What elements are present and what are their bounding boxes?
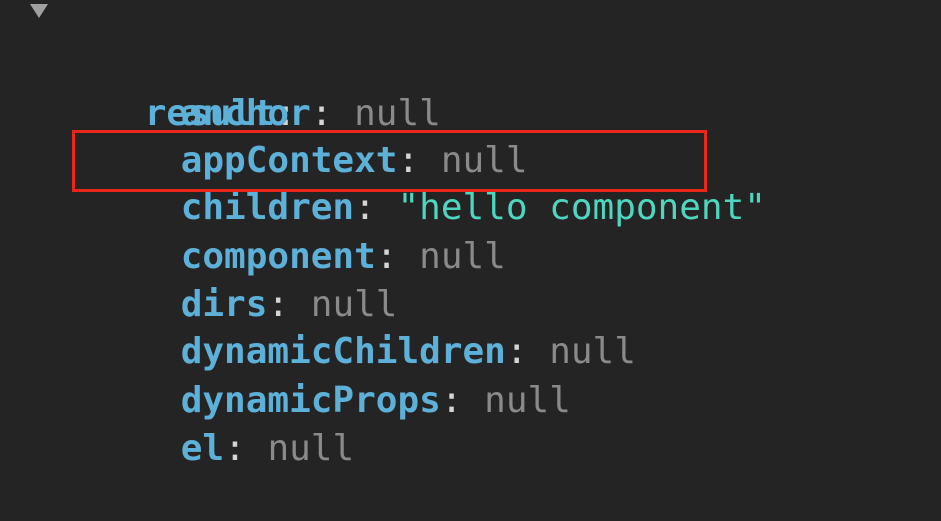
property-key: el [180, 428, 225, 469]
tree-property-el[interactable]: el: null [94, 377, 354, 469]
tree-property-dynamicprops[interactable]: dynamicProps: null [94, 329, 571, 421]
highlight-annotation-box [72, 130, 707, 192]
tree-root-result[interactable]: result: [0, 0, 296, 134]
tree-property-anchor[interactable]: anchor: null [94, 42, 441, 134]
property-colon: : [224, 428, 246, 469]
property-value: null [484, 380, 571, 421]
property-value: null [267, 428, 355, 469]
tree-property-dirs[interactable]: dirs: null [94, 233, 398, 325]
property-value: null [419, 236, 506, 277]
tree-property-dynamicchildren[interactable]: dynamicChildren: null [94, 280, 636, 372]
triangle-down-icon[interactable] [30, 4, 48, 18]
tree-property-component[interactable]: component: null [94, 185, 506, 277]
property-colon: : [440, 380, 463, 421]
